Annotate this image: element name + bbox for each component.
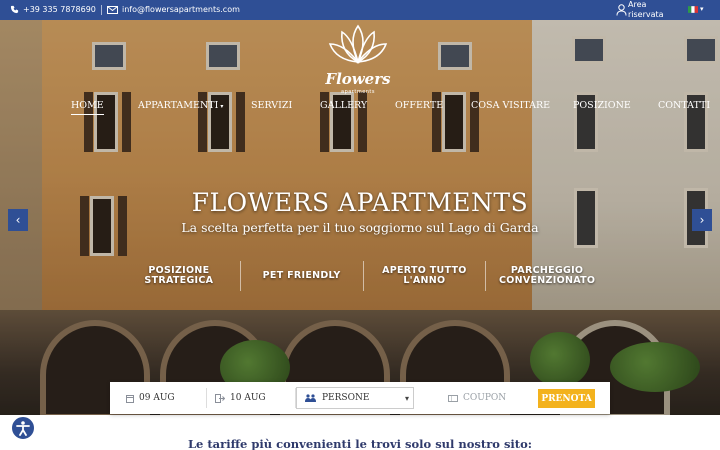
coupon-field[interactable]: COUPON — [448, 382, 506, 414]
feature-item: POSIZIONE STRATEGICA — [118, 261, 241, 291]
chevron-down-icon: ▾ — [404, 393, 409, 403]
reserved-area-label: Area riservata — [628, 0, 664, 19]
logo-subtitle: apartments — [341, 89, 375, 95]
feature-item: PET FRIENDLY — [241, 261, 364, 291]
feature-item: PARCHEGGIO CONVENZIONATO — [486, 261, 608, 291]
ticket-icon — [448, 394, 458, 402]
nav-item-appartamenti[interactable]: APPARTAMENTI ▾ — [138, 100, 223, 111]
feature-line: STRATEGICA — [144, 275, 214, 286]
chevron-down-icon: ▾ — [700, 5, 704, 13]
logo-name: Flowers — [325, 70, 391, 88]
sign-out-icon — [215, 393, 225, 403]
nav-item-home[interactable]: HOME — [71, 100, 104, 115]
lotus-flower-icon — [328, 24, 388, 64]
nav-item-label: APPARTAMENTI — [138, 100, 219, 111]
promo-text: Le tariffe più convenienti le trovi solo… — [187, 437, 533, 450]
email-link[interactable]: info@flowersapartments.com — [107, 5, 240, 14]
nav-item-posizione[interactable]: POSIZIONE — [573, 100, 631, 111]
features-strip: POSIZIONE STRATEGICA PET FRIENDLY APERTO … — [118, 261, 608, 291]
reserved-area-link[interactable]: Area riservata — [615, 0, 675, 20]
booking-bar: 09 AUG 10 AUG PERSONE ▾ COUPON PRENOTA — [110, 382, 610, 414]
nav-item-cosa-visitare[interactable]: COSA VISITARE — [471, 100, 550, 111]
hero-subtitle: La scelta perfetta per il tuo soggiorno … — [181, 220, 539, 235]
guests-value: PERSONE — [322, 393, 370, 403]
chevron-down-icon: ▾ — [220, 103, 224, 110]
prenota-button[interactable]: PRENOTA — [538, 389, 595, 408]
email-address: info@flowersapartments.com — [122, 5, 240, 14]
checkin-value: 09 AUG — [139, 393, 175, 403]
nav-item-gallery[interactable]: GALLERY — [320, 100, 367, 111]
divider — [101, 5, 102, 15]
users-icon — [305, 394, 316, 402]
user-icon — [616, 4, 627, 16]
site-logo[interactable]: Flowers apartments — [322, 22, 394, 95]
phone-icon — [10, 5, 19, 14]
accessibility-icon — [16, 421, 30, 436]
feature-line: PET FRIENDLY — [262, 270, 341, 281]
top-bar: +39 335 7878690 info@flowersapartments.c… — [0, 0, 720, 20]
envelope-icon — [107, 5, 118, 14]
feature-line: CONVENZIONATO — [498, 275, 596, 286]
checkout-value: 10 AUG — [230, 393, 266, 403]
hero-title: FLOWERS APARTMENTS — [191, 188, 529, 217]
nav-item-offerte[interactable]: OFFERTE — [395, 100, 443, 111]
calendar-icon — [126, 394, 134, 403]
feature-line: L'ANNO — [403, 275, 446, 286]
nav-item-contatti[interactable]: CONTATTI — [658, 100, 710, 111]
italy-flag-icon — [688, 5, 698, 13]
accessibility-button[interactable] — [10, 415, 36, 441]
checkout-field[interactable]: 10 AUG — [215, 382, 266, 414]
nav-item-servizi[interactable]: SERVIZI — [251, 100, 292, 111]
phone-number: +39 335 7878690 — [23, 5, 96, 14]
coupon-placeholder: COUPON — [463, 393, 507, 403]
feature-item: APERTO TUTTO L'ANNO — [364, 261, 487, 291]
divider — [206, 388, 207, 408]
phone-link[interactable]: +39 335 7878690 — [10, 5, 96, 14]
guests-select[interactable]: PERSONE ▾ — [296, 387, 414, 409]
language-selector[interactable]: ▾ — [688, 5, 704, 13]
checkin-field[interactable]: 09 AUG — [126, 382, 175, 414]
